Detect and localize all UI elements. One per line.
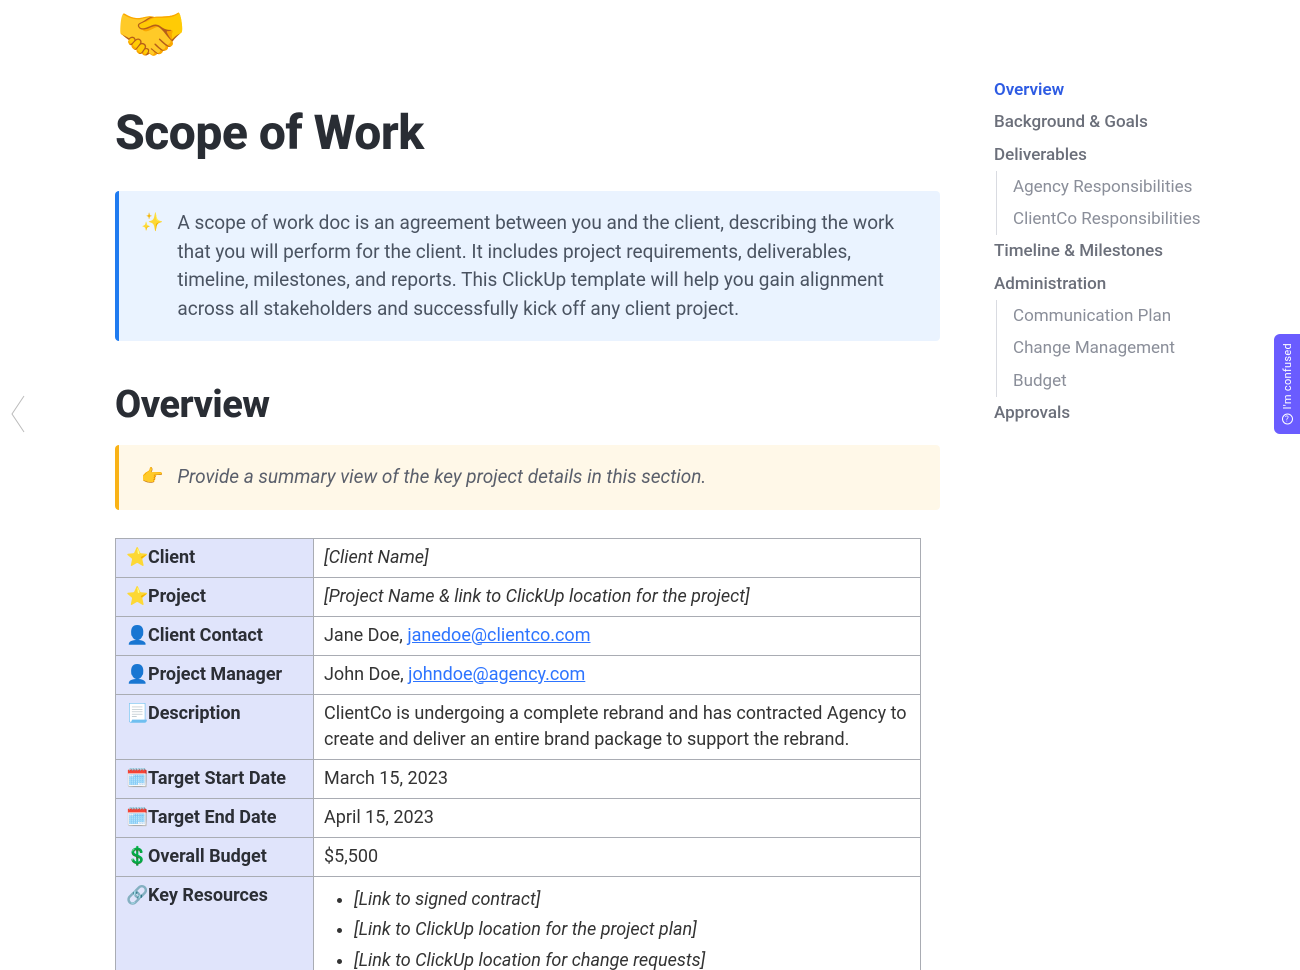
- toc-item-background[interactable]: Background & Goals: [994, 106, 1254, 138]
- toc-item-communication[interactable]: Communication Plan: [996, 300, 1254, 332]
- project-value[interactable]: [Project Name & link to ClickUp location…: [314, 577, 921, 616]
- chevron-left-icon: [6, 392, 30, 436]
- overview-hint-text: Provide a summary view of the key projec…: [177, 463, 706, 492]
- toc-item-budget[interactable]: Budget: [996, 365, 1254, 397]
- client-contact-email[interactable]: janedoe@clientco.com: [407, 625, 590, 646]
- budget-value[interactable]: $5,500: [314, 838, 921, 877]
- table-row: 👤Client Contact Jane Doe, janedoe@client…: [116, 616, 921, 655]
- dollar-icon: 💲: [126, 844, 148, 870]
- doc-emoji[interactable]: 🤝: [115, 6, 940, 64]
- resources-value[interactable]: [Link to signed contract] [Link to Click…: [314, 877, 921, 970]
- pm-value[interactable]: John Doe, johndoe@agency.com: [314, 655, 921, 694]
- toc-item-overview[interactable]: Overview: [994, 74, 1254, 106]
- row-label: Client Contact: [148, 625, 263, 646]
- table-row: 🗓️Target End Date April 15, 2023: [116, 799, 921, 838]
- description-value[interactable]: ClientCo is undergoing a complete rebran…: [314, 694, 921, 759]
- feedback-label: I'm confused: [1281, 343, 1294, 410]
- table-of-contents: Overview Background & Goals Deliverables…: [994, 74, 1254, 429]
- row-label: Target End Date: [148, 807, 276, 828]
- start-date-value[interactable]: March 15, 2023: [314, 760, 921, 799]
- table-row: ⭐Project [Project Name & link to ClickUp…: [116, 577, 921, 616]
- list-item[interactable]: [Link to ClickUp location for the projec…: [354, 917, 910, 943]
- toc-item-deliverables[interactable]: Deliverables: [994, 139, 1254, 171]
- toc-item-change-mgmt[interactable]: Change Management: [996, 332, 1254, 364]
- document-body: 🤝 Scope of Work ✨ A scope of work doc is…: [0, 0, 940, 970]
- feedback-tab[interactable]: ? I'm confused: [1274, 334, 1300, 434]
- person-icon: 👤: [126, 662, 148, 688]
- pointing-right-icon: 👉: [141, 463, 163, 490]
- help-icon: ?: [1282, 414, 1293, 425]
- table-row: 📃Description ClientCo is undergoing a co…: [116, 694, 921, 759]
- list-item[interactable]: [Link to signed contract]: [354, 887, 910, 913]
- intro-text: A scope of work doc is an agreement betw…: [177, 209, 916, 323]
- table-row: 💲Overall Budget $5,500: [116, 838, 921, 877]
- star-icon: ⭐: [126, 584, 148, 610]
- row-label: Client: [148, 547, 195, 568]
- toc-item-clientco-resp[interactable]: ClientCo Responsibilities: [996, 203, 1254, 235]
- toc-item-timeline[interactable]: Timeline & Milestones: [994, 235, 1254, 267]
- list-item[interactable]: [Link to ClickUp location for change req…: [354, 948, 910, 970]
- person-icon: 👤: [126, 623, 148, 649]
- sparkles-icon: ✨: [141, 209, 163, 236]
- previous-arrow-button[interactable]: [6, 392, 30, 436]
- calendar-icon: 🗓️: [126, 766, 148, 792]
- row-label: Description: [148, 703, 241, 724]
- toc-item-agency-resp[interactable]: Agency Responsibilities: [996, 171, 1254, 203]
- toc-item-approvals[interactable]: Approvals: [994, 397, 1254, 429]
- row-label: Project: [148, 586, 206, 607]
- pm-email[interactable]: johndoe@agency.com: [408, 664, 585, 685]
- overview-heading: Overview: [115, 383, 940, 427]
- client-value[interactable]: [Client Name]: [314, 538, 921, 577]
- link-icon: 🔗: [126, 883, 148, 909]
- page-icon: 📃: [126, 701, 148, 727]
- row-label: Project Manager: [148, 664, 282, 685]
- table-row: 👤Project Manager John Doe, johndoe@agenc…: [116, 655, 921, 694]
- table-row: 🔗Key Resources [Link to signed contract]…: [116, 877, 921, 970]
- end-date-value[interactable]: April 15, 2023: [314, 799, 921, 838]
- page-title[interactable]: Scope of Work: [115, 104, 940, 161]
- intro-callout: ✨ A scope of work doc is an agreement be…: [115, 191, 940, 341]
- overview-hint-callout: 👉 Provide a summary view of the key proj…: [115, 445, 940, 510]
- row-label: Overall Budget: [148, 846, 267, 867]
- table-row: ⭐Client [Client Name]: [116, 538, 921, 577]
- star-icon: ⭐: [126, 545, 148, 571]
- calendar-icon: 🗓️: [126, 805, 148, 831]
- table-row: 🗓️Target Start Date March 15, 2023: [116, 760, 921, 799]
- row-label: Target Start Date: [148, 768, 286, 789]
- toc-item-administration[interactable]: Administration: [994, 268, 1254, 300]
- row-label: Key Resources: [148, 885, 268, 906]
- client-contact-value[interactable]: Jane Doe, janedoe@clientco.com: [314, 616, 921, 655]
- overview-table: ⭐Client [Client Name] ⭐Project [Project …: [115, 538, 921, 970]
